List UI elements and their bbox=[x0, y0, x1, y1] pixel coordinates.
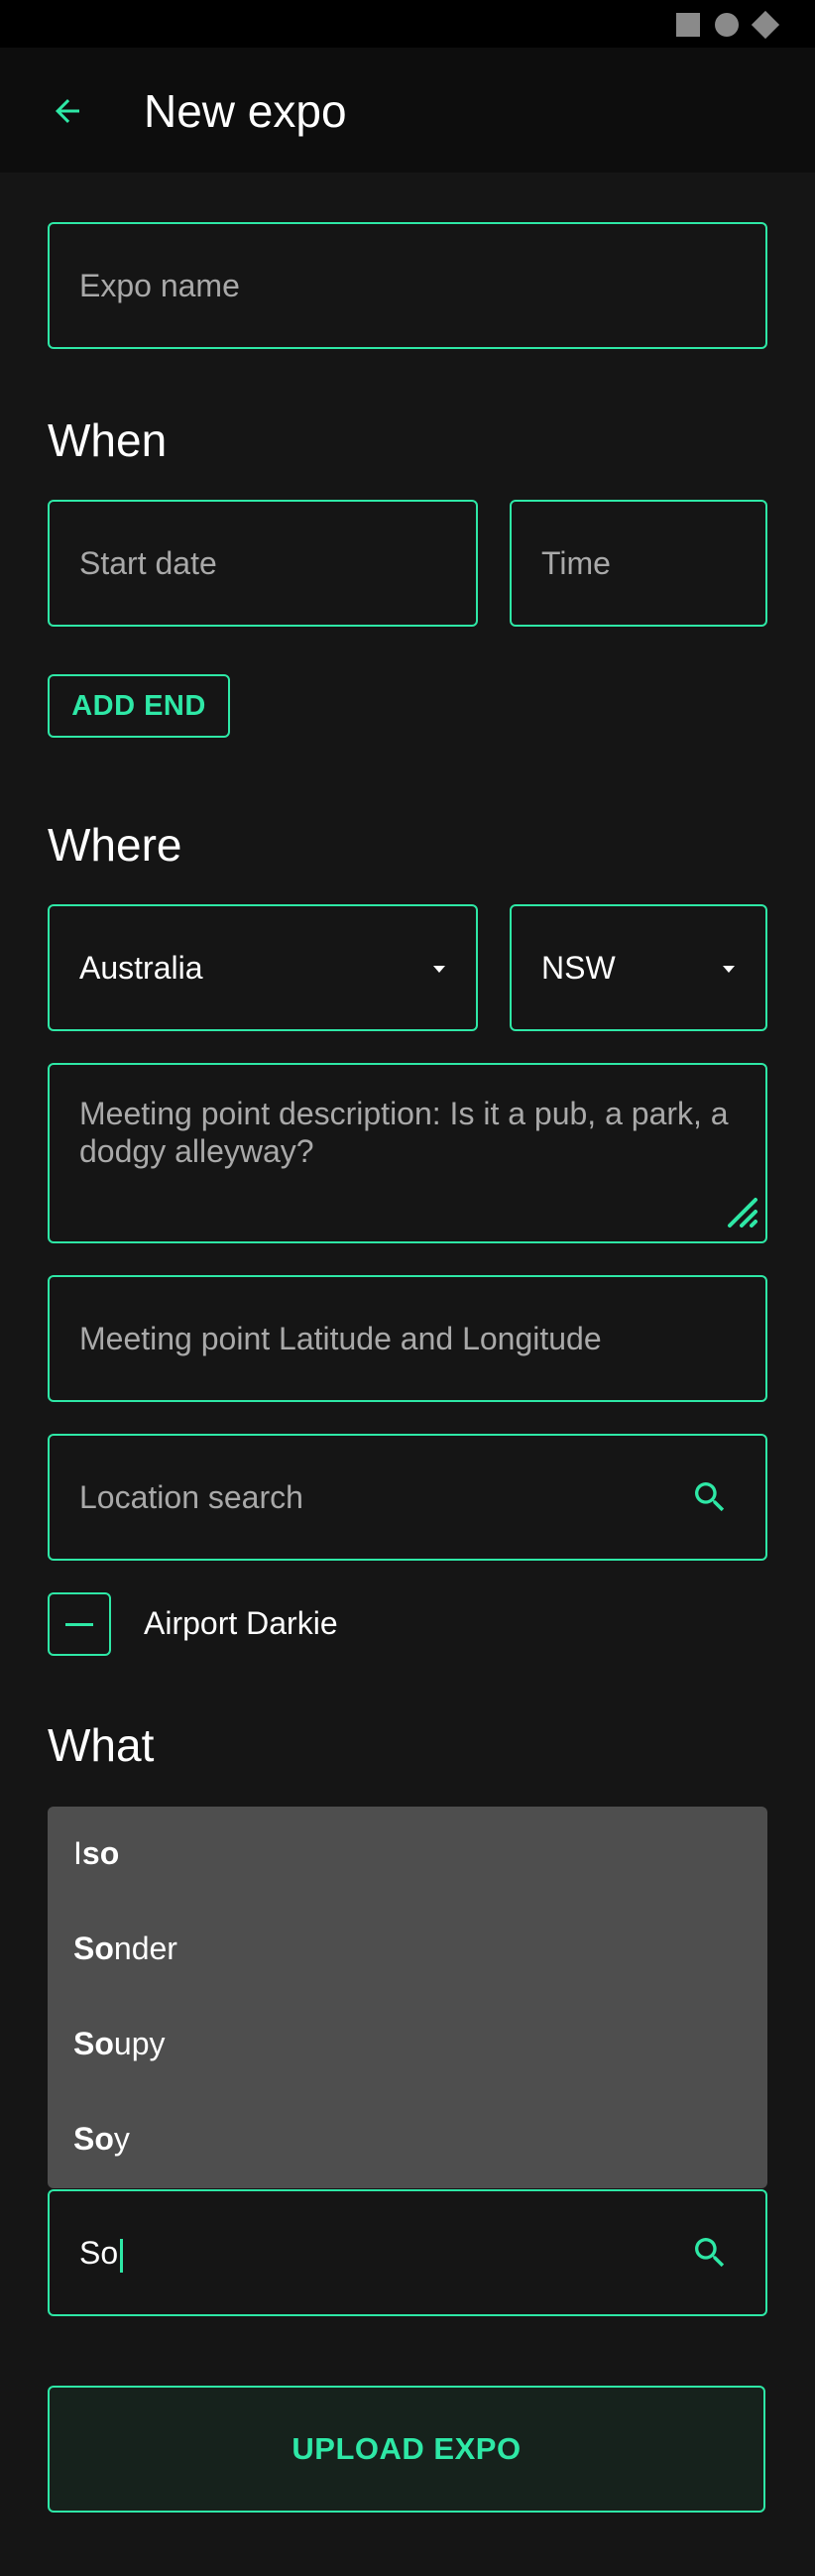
meeting-description-textarea[interactable]: Meeting point description: Is it a pub, … bbox=[48, 1063, 767, 1243]
resize-handle-icon[interactable] bbox=[726, 1196, 759, 1229]
state-value: NSW bbox=[541, 950, 616, 986]
lat-long-field[interactable]: Meeting point Latitude and Longitude bbox=[48, 1275, 767, 1402]
diamond-status-icon bbox=[751, 10, 780, 40]
suggestion-item[interactable]: Soupy bbox=[73, 2025, 165, 2062]
when-heading: When bbox=[48, 414, 168, 466]
where-heading: Where bbox=[48, 819, 182, 871]
meeting-description-placeholder-line2: dodgy alleyway? bbox=[79, 1133, 314, 1169]
state-select[interactable]: NSW bbox=[510, 904, 767, 1031]
text-cursor bbox=[120, 2238, 124, 2273]
time-placeholder: Time bbox=[541, 545, 611, 581]
stop-status-icon bbox=[676, 13, 700, 37]
upload-expo-button[interactable]: UPLOAD EXPO bbox=[48, 2386, 765, 2513]
suggestion-item[interactable]: Sonder bbox=[73, 1930, 177, 1967]
arrow-left-icon bbox=[56, 99, 79, 123]
autocomplete-suggestions: Iso Sonder Soupy Soy bbox=[48, 1807, 767, 2188]
start-date-placeholder: Start date bbox=[79, 545, 217, 581]
what-heading: What bbox=[48, 1719, 155, 1771]
airport-darkie-checkbox[interactable] bbox=[48, 1592, 111, 1656]
country-select[interactable]: Australia bbox=[48, 904, 478, 1031]
meeting-description-placeholder-line1: Meeting point description: Is it a pub, … bbox=[79, 1096, 729, 1131]
page-title: New expo bbox=[144, 85, 347, 137]
country-value: Australia bbox=[79, 950, 203, 986]
app-bar: New expo bbox=[0, 48, 815, 173]
time-field[interactable]: Time bbox=[510, 500, 767, 627]
add-end-button[interactable]: ADD END bbox=[48, 674, 230, 738]
what-search-input[interactable]: So bbox=[79, 2234, 124, 2273]
indeterminate-dash-icon bbox=[65, 1623, 93, 1626]
expo-name-placeholder: Expo name bbox=[79, 268, 240, 303]
circle-status-icon bbox=[715, 13, 739, 37]
lat-long-placeholder: Meeting point Latitude and Longitude bbox=[79, 1321, 602, 1356]
location-search-placeholder: Location search bbox=[79, 1479, 303, 1515]
suggestion-item[interactable]: Soy bbox=[73, 2120, 130, 2158]
location-search-field[interactable]: Location search bbox=[48, 1434, 767, 1561]
start-date-field[interactable]: Start date bbox=[48, 500, 478, 627]
airport-darkie-label[interactable]: Airport Darkie bbox=[144, 1604, 338, 1642]
expo-name-field[interactable]: Expo name bbox=[48, 222, 767, 349]
caret-down-icon bbox=[433, 966, 445, 973]
caret-down-icon bbox=[723, 966, 735, 973]
what-search-field[interactable]: So bbox=[48, 2189, 767, 2316]
suggestion-item[interactable]: Iso bbox=[73, 1834, 119, 1872]
back-button[interactable] bbox=[44, 87, 91, 135]
search-icon[interactable] bbox=[690, 2233, 730, 2273]
status-bar bbox=[0, 0, 815, 48]
search-icon[interactable] bbox=[690, 1477, 730, 1517]
